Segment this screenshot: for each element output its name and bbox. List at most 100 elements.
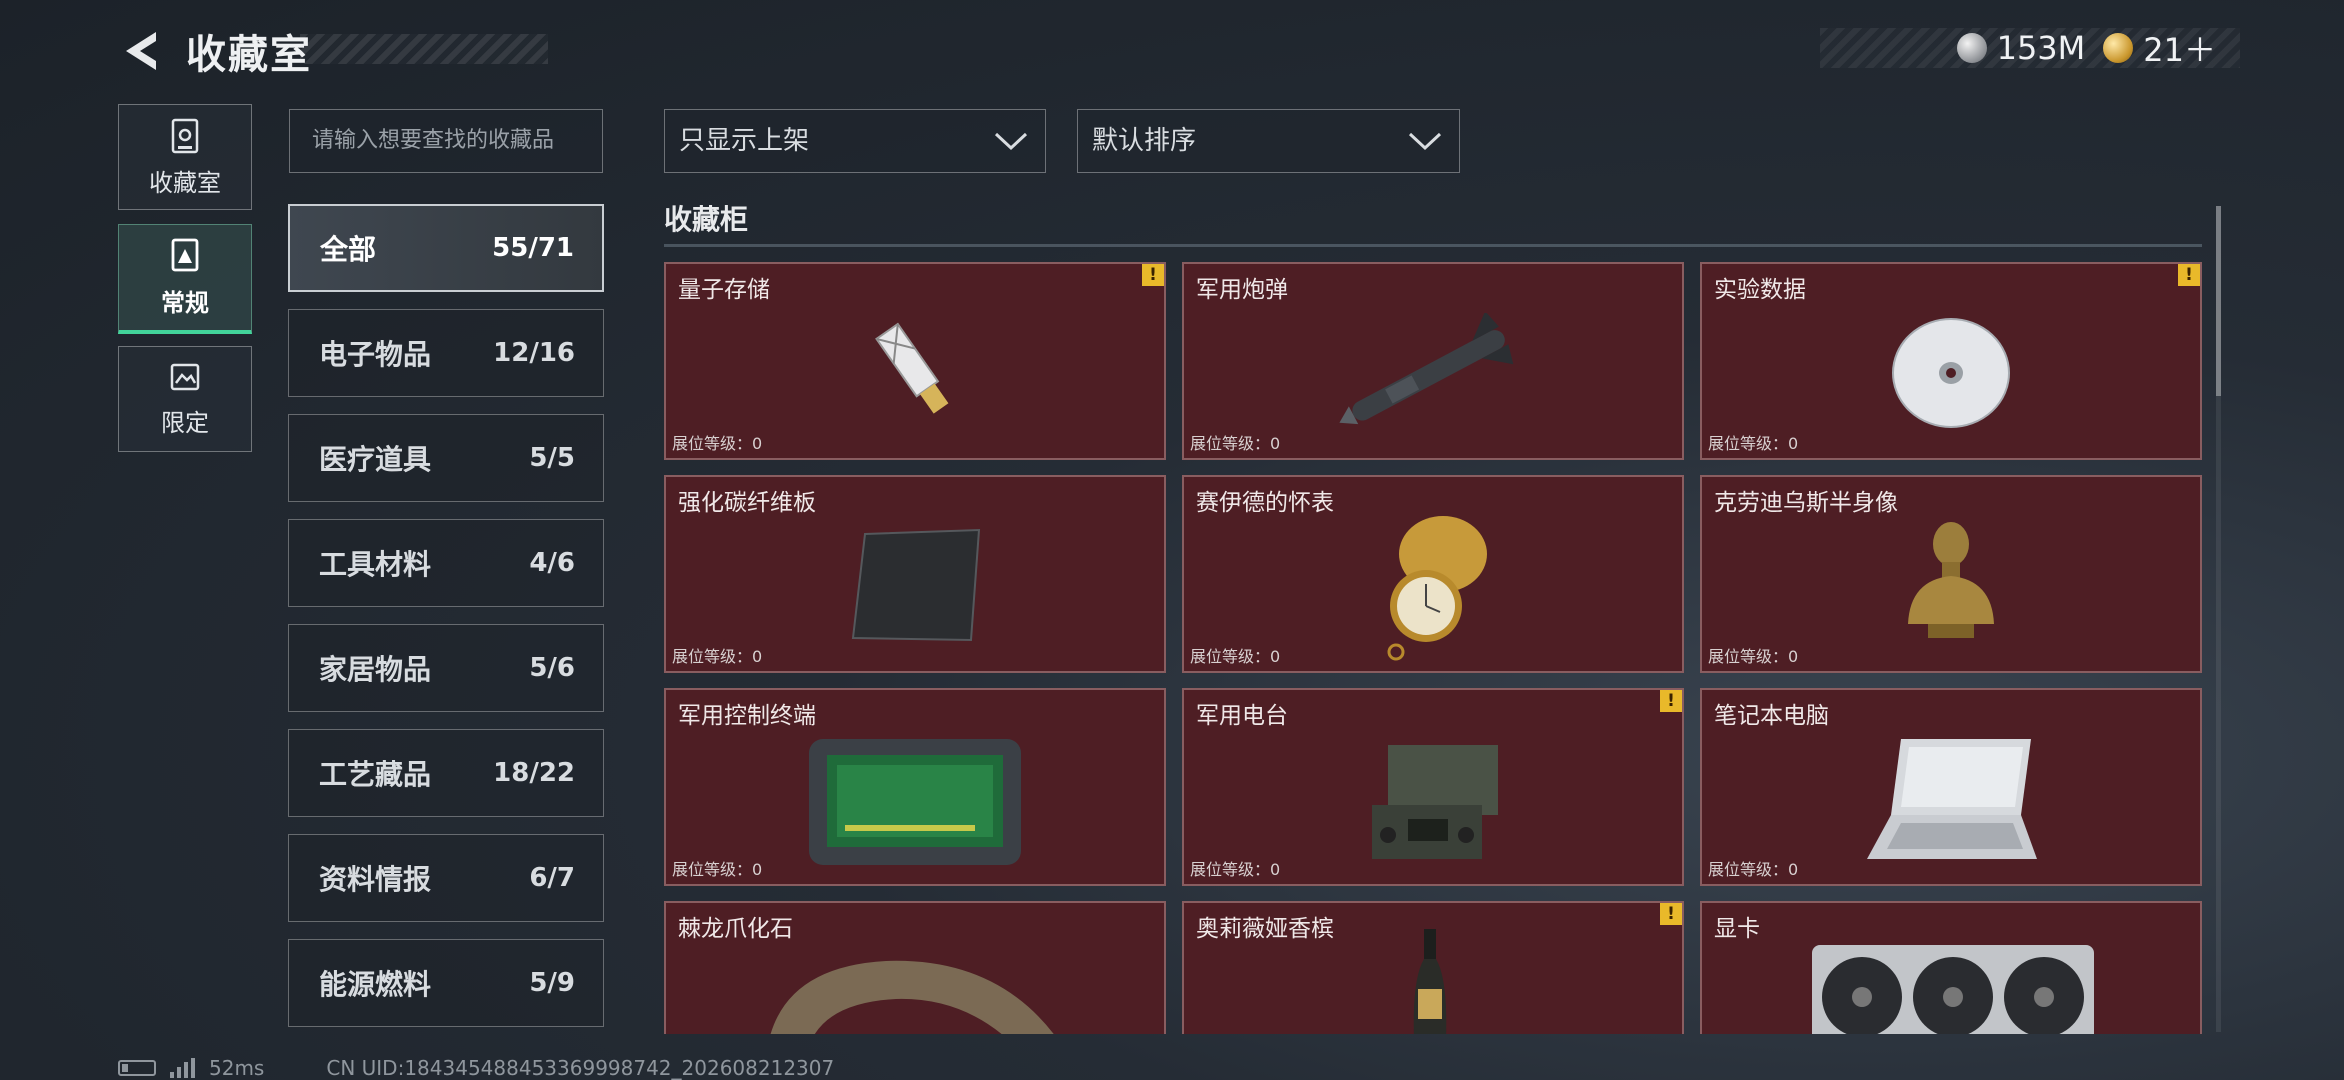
item-name: 量子存储 [678,277,770,303]
category-crafts[interactable]: 工艺藏品 18/22 [288,729,604,817]
category-intel[interactable]: 资料情报 6/7 [288,834,604,922]
category-name: 资料情报 [319,863,432,896]
collection-item-card[interactable]: 军用炮弹 展位等级：0 [1182,262,1684,460]
ping-value: 52ms [209,1056,265,1080]
nav-tab-collection-room[interactable]: 收藏室 [118,104,252,210]
category-name: 电子物品 [319,338,432,371]
item-name: 奥莉薇娅香槟 [1196,916,1334,942]
bust-icon [1908,522,1994,638]
item-name: 棘龙爪化石 [678,916,793,942]
control-terminal-icon [809,739,1021,865]
silver-currency[interactable]: 153M [1956,29,2086,67]
collection-item-card[interactable]: 克劳迪乌斯半身像 展位等级：0 [1700,475,2202,673]
category-count: 5/5 [529,443,575,473]
alert-badge-icon: ! [2178,264,2200,286]
category-name: 全部 [320,233,377,266]
collection-item-card[interactable]: 量子存储 ! 展位等级：0 [664,262,1166,460]
item-name: 军用控制终端 [678,703,816,729]
currency-bar: 153M 21＋ [1820,25,2240,71]
item-name: 强化碳纤维板 [678,490,816,516]
category-name: 工艺藏品 [319,758,432,791]
gold-currency[interactable]: 21＋ [2103,25,2216,71]
display-level: 展位等级：0 [1708,860,1799,879]
category-energy[interactable]: 能源燃料 5/9 [288,939,604,1027]
champagne-icon [1413,929,1447,1034]
collection-item-card[interactable]: 笔记本电脑 展位等级：0 [1700,688,2202,886]
collection-item-card[interactable]: 显卡 [1700,901,2202,1034]
graphics-card-icon [1812,945,2094,1034]
item-name: 赛伊德的怀表 [1196,490,1334,516]
status-footer: 52ms CN UID:184345488453369998742_202608… [118,1056,834,1080]
signal-icon [170,1058,195,1078]
claw-fossil-icon [770,960,1054,1034]
search-input[interactable]: 请输入想要查找的收藏品 [289,109,603,173]
nav-tab-limited[interactable]: 限定 [118,346,252,452]
alert-badge-icon: ! [1660,690,1682,712]
display-level: 展位等级：0 [1190,434,1281,453]
grid-scrollbar-thumb[interactable] [2216,206,2221,396]
item-name: 笔记本电脑 [1714,703,1829,729]
collection-item-card[interactable]: 强化碳纤维板 展位等级：0 [664,475,1166,673]
radio-icon [1372,745,1498,859]
pocket-watch-icon [1387,516,1487,661]
nav-tab-label: 常规 [161,289,209,317]
nav-tab-label: 限定 [161,408,209,437]
category-name: 工具材料 [319,548,432,581]
category-count: 12/16 [493,338,575,368]
item-name: 克劳迪乌斯半身像 [1714,490,1898,516]
missile-icon [1339,313,1514,425]
collection-grid[interactable]: 量子存储 ! 展位等级：0 军用炮弹 展位等级：0 实验数据 ! 展位等级：0 … [660,260,2208,1034]
regular-icon [171,238,199,272]
collection-item-card[interactable]: 赛伊德的怀表 展位等级：0 [1182,475,1684,673]
back-arrow-icon[interactable] [118,28,164,74]
sort-dropdown[interactable]: 默认排序 [1077,109,1460,173]
category-name: 医疗道具 [319,443,432,476]
collection-item-card[interactable]: 棘龙爪化石 [664,901,1166,1034]
category-name: 能源燃料 [319,968,432,1001]
usb-drive-icon [875,322,949,414]
category-count: 4/6 [529,548,575,578]
laptop-icon [1867,739,2037,859]
display-level: 展位等级：0 [672,434,763,453]
chevron-down-icon [994,132,1028,151]
category-count: 55/71 [492,233,574,263]
alert-badge-icon: ! [1142,264,1164,286]
category-name: 家居物品 [319,653,432,686]
collection-item-card[interactable]: 奥莉薇娅香槟 ! [1182,901,1684,1034]
alert-badge-icon: ! [1660,903,1682,925]
disc-icon [1892,318,2010,428]
limited-icon [170,363,200,390]
collection-item-card[interactable]: 军用控制终端 展位等级：0 [664,688,1166,886]
item-name: 实验数据 [1714,277,1806,303]
silver-currency-value: 153M [1996,29,2086,67]
battery-icon [118,1060,156,1076]
silver-coin-icon [1956,33,1987,63]
user-uid: CN UID:184345488453369998742_20260821230… [326,1056,835,1080]
gold-coin-icon [2103,33,2134,63]
nav-tab-regular[interactable]: 常规 [118,224,252,334]
display-level: 展位等级：0 [1708,434,1799,453]
chevron-down-icon [1408,132,1442,151]
section-divider [664,244,2202,247]
collection-item-card[interactable]: 军用电台 ! 展位等级：0 [1182,688,1684,886]
category-count: 18/22 [493,758,575,788]
category-medical[interactable]: 医疗道具 5/5 [288,414,604,502]
display-level: 展位等级：0 [1190,860,1281,879]
item-name: 军用炮弹 [1196,277,1288,303]
nav-tab-label: 收藏室 [149,168,221,197]
category-all[interactable]: 全部 55/71 [288,204,604,292]
sort-value: 默认排序 [1092,126,1197,156]
display-level: 展位等级：0 [1190,647,1281,666]
carbon-plate-icon [851,528,981,642]
item-name: 军用电台 [1196,703,1288,729]
category-count: 5/6 [529,653,575,683]
category-count: 6/7 [529,863,575,893]
category-household[interactable]: 家居物品 5/6 [288,624,604,712]
category-count: 5/9 [529,968,575,998]
display-filter-dropdown[interactable]: 只显示上架 [664,109,1046,173]
section-title: 收藏柜 [664,203,749,236]
collection-item-card[interactable]: 实验数据 ! 展位等级：0 [1700,262,2202,460]
category-tools[interactable]: 工具材料 4/6 [288,519,604,607]
collection-room-icon [171,118,199,153]
category-electronics[interactable]: 电子物品 12/16 [288,309,604,397]
